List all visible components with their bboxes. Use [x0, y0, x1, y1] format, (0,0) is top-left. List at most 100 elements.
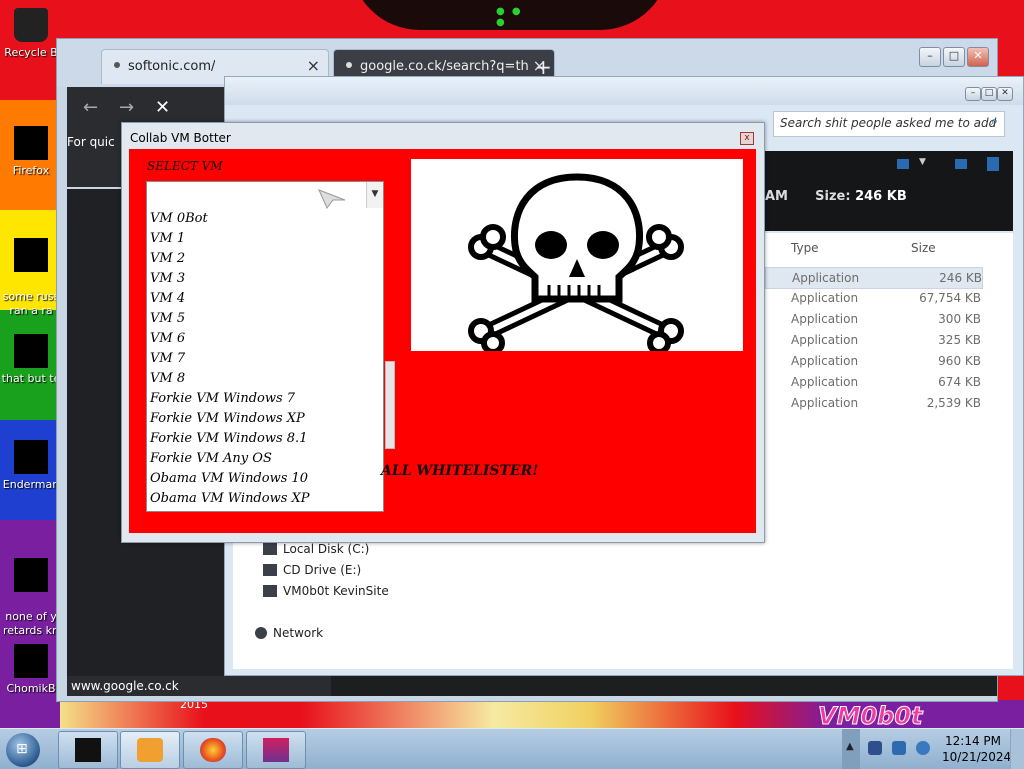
view-icon[interactable] [897, 159, 909, 169]
show-desktop-button[interactable] [1010, 729, 1024, 769]
skull-image [411, 159, 743, 355]
row-size: 300 KB [938, 312, 981, 326]
minimize-button[interactable]: – [919, 47, 941, 67]
table-row[interactable]: Application 67,754 KB [765, 288, 981, 308]
back-arrow-icon[interactable]: ← [83, 97, 98, 118]
shield-icon[interactable] [868, 741, 882, 755]
cd-drive-icon [263, 564, 277, 576]
list-item[interactable]: VM 2 [147, 249, 383, 269]
file-icon [14, 238, 48, 272]
network-drive-icon [263, 585, 277, 597]
taskbar: ⊞ ▲ 12:14 PM 10/21/2024 [0, 728, 1024, 769]
column-header-size[interactable]: Size [911, 241, 936, 255]
list-item[interactable]: Forkie VM Windows 8.1 [147, 429, 383, 449]
start-button[interactable]: ⊞ [6, 733, 40, 767]
list-item[interactable]: VM 4 [147, 289, 383, 309]
stop-icon[interactable]: ✕ [155, 97, 170, 118]
close-button[interactable]: x [740, 132, 754, 145]
table-row[interactable]: Application 674 KB [765, 372, 981, 392]
tree-item-vm0b0t[interactable]: VM0b0t KevinSite [263, 584, 389, 598]
taskbar-item-media[interactable] [120, 731, 180, 769]
list-item[interactable]: VM 0Bot [147, 209, 383, 229]
file-icon [14, 334, 48, 368]
row-type: Application [791, 396, 859, 410]
desktop-icon-chomik[interactable]: ChomikB [0, 644, 62, 696]
row-size: 2,539 KB [926, 396, 981, 410]
show-hidden-icons-icon[interactable]: ▲ [846, 741, 854, 752]
row-size: 325 KB [938, 333, 981, 347]
tree-item-network[interactable]: Network [255, 626, 323, 640]
tab-favicon [114, 62, 120, 68]
volume-icon[interactable] [916, 741, 930, 755]
list-item[interactable]: VM 3 [147, 269, 383, 289]
list-item[interactable]: Forkie VM Windows 7 [147, 389, 383, 409]
list-item[interactable]: VM 1 [147, 229, 383, 249]
meta-size-label: Size: [815, 189, 851, 204]
select-vm-label: SELECT VM [147, 159, 223, 173]
list-item[interactable]: Obama VM Windows 10 [147, 469, 383, 489]
windows-logo-icon: ⊞ [16, 741, 28, 757]
desktop-icon-label: none of y retards kn [3, 610, 59, 637]
tab-close-icon[interactable]: × [307, 56, 320, 75]
clock-time[interactable]: 12:14 PM [944, 734, 1002, 748]
media-player-icon [137, 738, 163, 762]
desktop-icon-none-of[interactable]: none of y retards kn [0, 544, 62, 638]
skull-crossbones-icon [468, 173, 684, 355]
table-row[interactable]: Application 246 KB [765, 267, 983, 289]
partially-hidden-button[interactable] [385, 361, 395, 449]
tree-label: VM0b0t KevinSite [283, 584, 389, 598]
table-row[interactable]: Application 2,539 KB [765, 393, 981, 413]
list-item[interactable]: VM 7 [147, 349, 383, 369]
drive-icon [263, 543, 277, 555]
taskbar-item-firefox[interactable] [183, 731, 243, 769]
tree-item-local-disk[interactable]: Local Disk (C:) [263, 542, 369, 556]
maximize-button[interactable]: □ [981, 87, 997, 101]
tab-title: softonic.com/ [128, 59, 216, 74]
tree-item-cd-drive[interactable]: CD Drive (E:) [263, 563, 361, 577]
taskbar-item-console[interactable] [58, 731, 118, 769]
list-item[interactable]: VM 6 [147, 329, 383, 349]
row-type: Application [791, 354, 859, 368]
desktop-icon-enderman[interactable]: Enderman [0, 440, 62, 492]
list-item[interactable]: Obama VM Windows XP [147, 489, 383, 509]
pane-icon[interactable] [955, 159, 967, 169]
column-header-type[interactable]: Type [791, 241, 819, 255]
tree-label: Local Disk (C:) [283, 542, 370, 556]
explorer-titlebar: – □ ✕ [225, 77, 1023, 105]
table-row[interactable]: Application 325 KB [765, 330, 981, 350]
table-row[interactable]: Application 300 KB [765, 309, 981, 329]
row-size: 67,754 KB [919, 291, 981, 305]
search-input[interactable]: Search shit people asked me to add ⌕ [773, 111, 1005, 137]
tab-favicon [346, 62, 352, 68]
firefox-icon [14, 126, 48, 160]
page-snippet: For quic [67, 135, 115, 149]
list-item[interactable]: Forkie VM Windows XP [147, 409, 383, 429]
firefox-icon [200, 738, 226, 762]
desktop-icon-russ[interactable]: some russ ran a ra [0, 224, 62, 318]
maximize-button[interactable]: □ [943, 47, 965, 67]
minimize-button[interactable]: – [965, 87, 981, 101]
list-item[interactable]: Forkie VM Any OS [147, 449, 383, 469]
wallpaper-logo: VM0b0t [818, 702, 924, 731]
list-item[interactable]: VM 8 [147, 369, 383, 389]
console-icon [75, 738, 101, 762]
collab-vm-botter-dialog: Collab VM Botter x SELECT VM ▼ VM 0Bot V… [121, 122, 765, 543]
desktop-icon-recycle-bin[interactable]: Recycle B [0, 8, 62, 60]
taskbar-item-vm-botter[interactable] [246, 731, 306, 769]
row-type: Application [791, 291, 859, 305]
help-icon[interactable] [987, 157, 999, 171]
clock-date[interactable]: 10/21/2024 [942, 750, 1011, 764]
table-row[interactable]: Application 960 KB [765, 351, 981, 371]
close-button[interactable]: ✕ [967, 47, 989, 67]
vm-select[interactable]: ▼ [146, 181, 384, 211]
chevron-down-icon[interactable]: ▼ [919, 157, 926, 167]
close-button[interactable]: ✕ [997, 87, 1013, 101]
list-item[interactable]: VM 5 [147, 309, 383, 329]
forward-arrow-icon[interactable]: → [119, 97, 134, 118]
desktop-icon-that-but[interactable]: that but te [0, 334, 62, 386]
network-tray-icon[interactable] [892, 741, 906, 755]
details-meta: AM Size: 246 KB [765, 189, 907, 204]
desktop-icon-firefox[interactable]: Firefox [0, 126, 62, 178]
chevron-down-icon[interactable]: ▼ [366, 182, 383, 208]
row-type: Application [791, 333, 859, 347]
